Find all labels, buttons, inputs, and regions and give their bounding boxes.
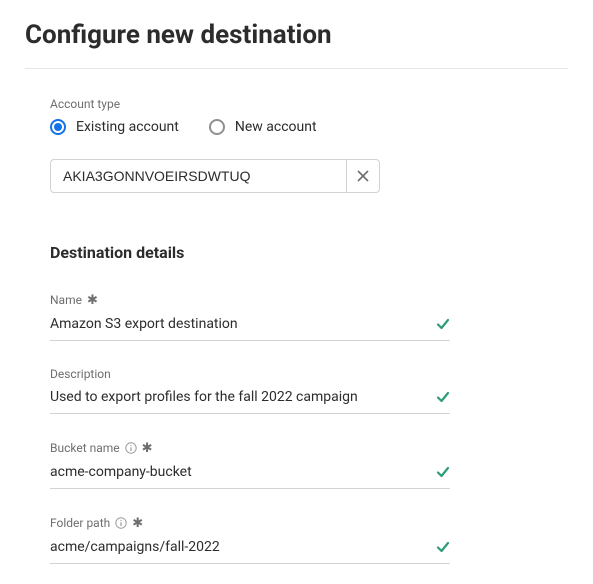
radio-existing-account[interactable]: Existing account (50, 119, 179, 135)
checkmark-icon (436, 390, 450, 404)
radio-new-label: New account (235, 119, 317, 135)
bucket-name-field: Bucket name ✱ acme-company-bucket (50, 440, 450, 489)
destination-details-heading: Destination details (50, 243, 543, 262)
description-value: Used to export profiles for the fall 202… (50, 389, 358, 405)
required-asterisk-icon: ✱ (87, 292, 98, 308)
radio-selected-icon (50, 119, 66, 135)
info-icon[interactable] (115, 517, 127, 529)
required-asterisk-icon: ✱ (142, 440, 153, 456)
checkmark-icon (436, 540, 450, 554)
account-type-label: Account type (50, 97, 543, 111)
page-title: Configure new destination (25, 20, 568, 50)
bucket-name-input[interactable]: acme-company-bucket (50, 464, 450, 489)
name-field: Name ✱ Amazon S3 export destination (50, 292, 450, 341)
title-divider (25, 68, 568, 69)
name-label: Name (50, 293, 82, 307)
checkmark-icon (436, 465, 450, 479)
bucket-name-value: acme-company-bucket (50, 464, 192, 480)
folder-path-label: Folder path (50, 516, 110, 530)
description-label: Description (50, 367, 111, 381)
checkmark-icon (436, 317, 450, 331)
radio-new-account[interactable]: New account (209, 119, 317, 135)
description-input[interactable]: Used to export profiles for the fall 202… (50, 389, 450, 414)
description-field: Description Used to export profiles for … (50, 367, 450, 414)
bucket-name-label: Bucket name (50, 441, 120, 455)
close-icon (357, 170, 369, 182)
radio-existing-label: Existing account (76, 119, 179, 135)
folder-path-field: Folder path ✱ acme/campaigns/fall-2022 (50, 515, 450, 564)
account-input-wrap (50, 159, 380, 193)
folder-path-value: acme/campaigns/fall-2022 (50, 539, 220, 555)
radio-unselected-icon (209, 119, 225, 135)
folder-path-input[interactable]: acme/campaigns/fall-2022 (50, 539, 450, 564)
info-icon[interactable] (125, 442, 137, 454)
name-value: Amazon S3 export destination (50, 316, 238, 332)
name-input[interactable]: Amazon S3 export destination (50, 316, 450, 341)
account-type-radio-group: Existing account New account (50, 119, 543, 135)
clear-account-button[interactable] (346, 159, 380, 193)
required-asterisk-icon: ✱ (132, 515, 143, 531)
account-input[interactable] (50, 159, 346, 193)
